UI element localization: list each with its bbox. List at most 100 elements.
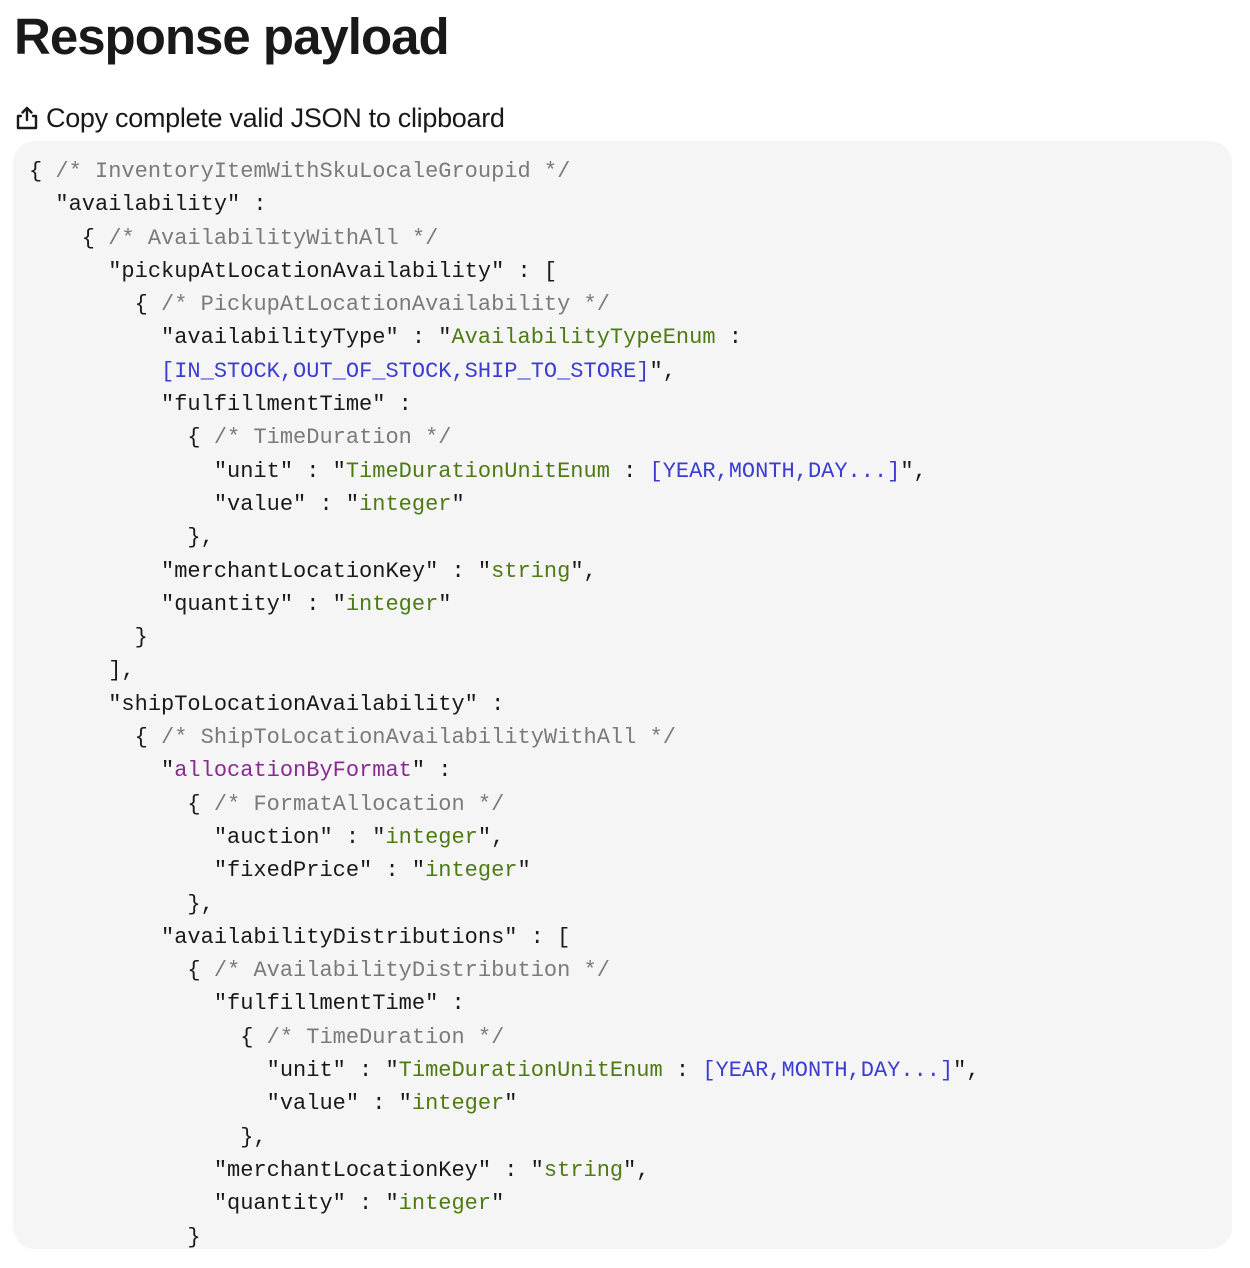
code-punctuation: :: [425, 758, 452, 784]
code-line: "fixedPrice" : "integer": [29, 854, 1232, 887]
code-type: integer: [425, 858, 518, 884]
code-punctuation: : ": [398, 325, 452, 351]
code-punctuation: {: [29, 225, 109, 251]
response-payload-code-block: { /* InventoryItemWithSkuLocaleGroupid *…: [13, 141, 1232, 1249]
code-punctuation: ": [491, 1191, 505, 1217]
code-punctuation: ",: [953, 1058, 980, 1084]
code-punctuation: {: [29, 958, 214, 984]
code-key: "availabilityDistributions": [29, 924, 518, 950]
code-punctuation: ",: [623, 1157, 650, 1183]
code-punctuation: : ": [345, 1191, 399, 1217]
code-enum: [YEAR,MONTH,DAY...]: [702, 1058, 954, 1084]
code-line: { /* FormatAllocation */: [29, 788, 1232, 821]
code-punctuation: }: [29, 1224, 201, 1250]
code-line: "allocationByFormat" :: [29, 754, 1232, 787]
code-line: { /* PickupAtLocationAvailability */: [29, 288, 1232, 321]
code-line: "auction" : "integer",: [29, 821, 1232, 854]
code-key: "quantity": [29, 591, 294, 617]
code-type: AvailabilityTypeEnum: [451, 325, 716, 351]
code-punctuation: ": [438, 591, 452, 617]
code-key: "shipToLocationAvailability": [29, 691, 478, 717]
code-key: ": [411, 758, 426, 784]
code-key: "availability": [29, 192, 241, 218]
code-comment: /* AvailabilityWithAll */: [108, 225, 439, 251]
code-type: TimeDurationUnitEnum: [345, 458, 610, 484]
code-punctuation: : [: [504, 258, 558, 284]
code-comment: /* TimeDuration */: [213, 425, 452, 451]
code-line: ],: [29, 654, 1232, 687]
code-punctuation: : [: [517, 924, 571, 950]
code-punctuation: : ": [359, 1091, 412, 1117]
code-key: "value": [29, 1091, 360, 1117]
code-type: TimeDurationUnitEnum: [398, 1058, 663, 1084]
code-line: "pickupAtLocationAvailability" : [: [29, 255, 1232, 288]
code-line: { /* ShipToLocationAvailabilityWithAll *…: [29, 721, 1232, 754]
code-type: integer: [385, 824, 478, 850]
code-line: "availabilityDistributions" : [: [29, 921, 1232, 954]
code-line: { /* AvailabilityWithAll */: [29, 222, 1232, 255]
code-line: },: [29, 888, 1232, 921]
code-punctuation: {: [29, 1024, 267, 1050]
code-punctuation: ",: [570, 558, 597, 584]
code-key: "value": [29, 491, 307, 517]
code-line: },: [29, 1121, 1232, 1154]
code-punctuation: : ": [372, 858, 426, 884]
code-punctuation: :: [438, 991, 465, 1017]
code-punctuation: {: [29, 159, 56, 184]
code-punctuation: {: [29, 425, 214, 451]
code-line: { /* TimeDuration */: [29, 1021, 1232, 1054]
code-punctuation: :: [240, 192, 267, 218]
code-key: "pickupAtLocationAvailability": [29, 258, 505, 284]
code-punctuation: : ": [293, 458, 346, 484]
code-punctuation: [29, 359, 161, 384]
code-punctuation: }: [29, 625, 148, 651]
code-punctuation: ": [517, 858, 531, 884]
code-line: }: [29, 621, 1232, 654]
code-line: "value" : "integer": [29, 1087, 1232, 1120]
code-punctuation: :: [662, 1058, 703, 1084]
code-punctuation: {: [29, 292, 162, 318]
code-line: { /* InventoryItemWithSkuLocaleGroupid *…: [29, 155, 1232, 188]
code-comment: /* FormatAllocation */: [213, 791, 505, 817]
code-key: "merchantLocationKey": [29, 558, 439, 584]
code-type: integer: [359, 491, 452, 517]
code-line: "merchantLocationKey" : "string",: [29, 1154, 1232, 1187]
code-line: "quantity" : "integer": [29, 588, 1232, 621]
code-line: "unit" : "TimeDurationUnitEnum : [YEAR,M…: [29, 455, 1232, 488]
code-punctuation: },: [29, 891, 214, 917]
code-punctuation: :: [385, 392, 412, 418]
code-punctuation: ": [504, 1091, 518, 1117]
code-enum: [IN_STOCK,OUT_OF_STOCK,SHIP_TO_STORE]: [161, 358, 650, 384]
code-punctuation: : ": [293, 591, 346, 617]
code-enum: [YEAR,MONTH,DAY...]: [649, 458, 901, 484]
code-punctuation: {: [29, 725, 162, 751]
code-comment: /* PickupAtLocationAvailability */: [161, 292, 610, 318]
code-punctuation: :: [477, 691, 505, 717]
code-punctuation: :: [609, 458, 650, 484]
code-line: "unit" : "TimeDurationUnitEnum : [YEAR,M…: [29, 1054, 1232, 1087]
code-punctuation: },: [29, 525, 214, 551]
copy-json-button[interactable]: Copy complete valid JSON to clipboard: [14, 100, 505, 136]
code-type: string: [543, 1157, 624, 1183]
code-key: "fixedPrice": [29, 858, 373, 884]
code-key: "fulfillmentTime": [29, 392, 386, 418]
code-line: "merchantLocationKey" : "string",: [29, 555, 1232, 588]
code-punctuation: ],: [29, 658, 135, 684]
code-line: { /* TimeDuration */: [29, 421, 1232, 454]
code-key-link[interactable]: allocationByFormat: [174, 758, 412, 783]
page-title: Response payload: [14, 8, 450, 65]
code-key: "unit": [29, 458, 294, 484]
code-comment: /* ShipToLocationAvailabilityWithAll */: [161, 725, 676, 751]
code-line: "fulfillmentTime" :: [29, 388, 1232, 421]
code-type: string: [491, 558, 571, 584]
code-punctuation: : ": [345, 1058, 399, 1084]
code-punctuation: : ": [306, 491, 360, 517]
code-line: "value" : "integer": [29, 488, 1232, 521]
code-punctuation: :: [715, 325, 742, 351]
code-punctuation: ",: [900, 458, 927, 484]
code-punctuation: : ": [332, 824, 386, 850]
code-line: }: [29, 1221, 1232, 1250]
code-key: "availabilityType": [29, 325, 399, 351]
share-upload-icon: [14, 105, 40, 131]
code-punctuation: : ": [491, 1157, 544, 1183]
